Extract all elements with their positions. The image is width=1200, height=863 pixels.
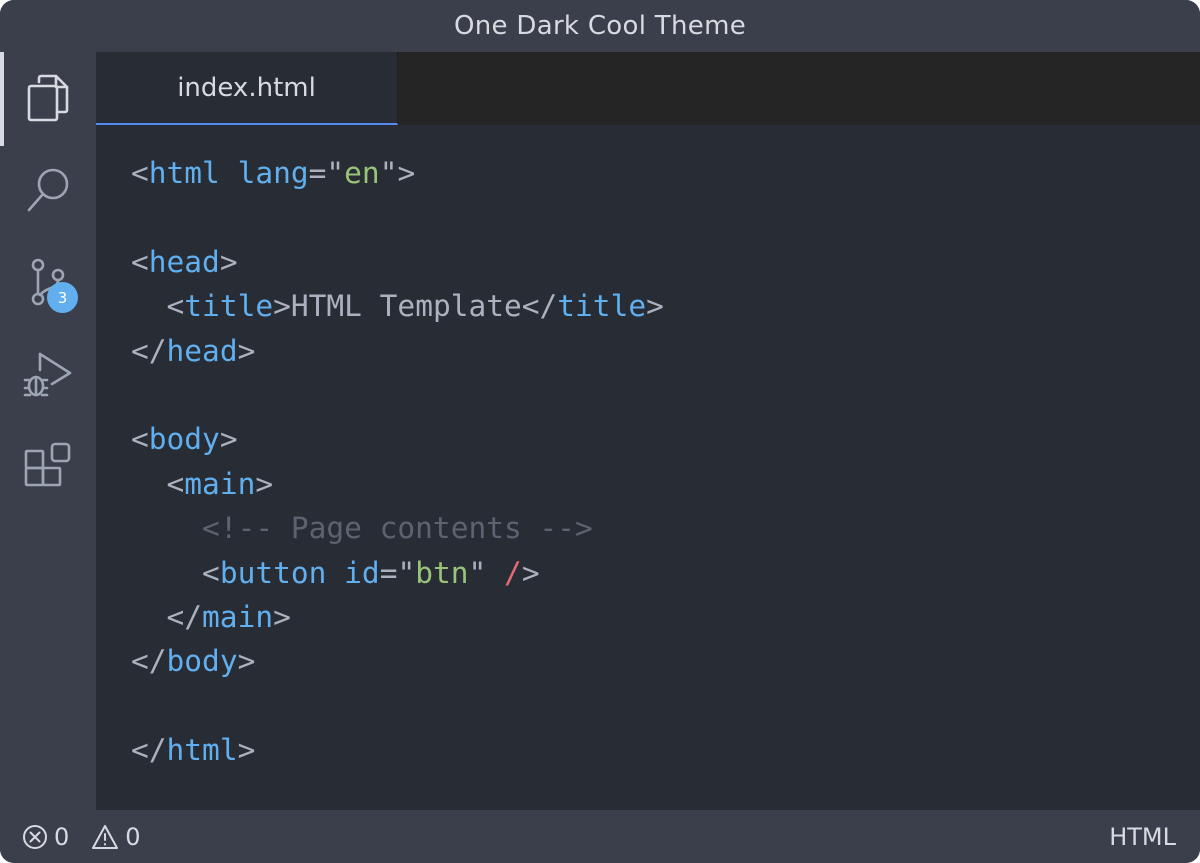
code-content: <html lang="en"> <head> <title>HTML Temp… <box>131 151 664 772</box>
activity-source-control[interactable] <box>0 236 96 328</box>
problems-indicator[interactable]: 0 0 <box>22 810 141 863</box>
code-line: </main> <box>131 599 291 634</box>
code-line: <button id="btn" /> <box>131 555 540 590</box>
code-editor[interactable]: <html lang="en"> <head> <title>HTML Temp… <box>96 125 1200 810</box>
status-bar: 0 0 HTML <box>0 810 1200 863</box>
files-icon <box>27 74 69 122</box>
activity-bar: 3 <box>0 52 96 810</box>
run-debug-icon <box>23 352 72 397</box>
warning-count: 0 <box>125 822 141 851</box>
tab-label: index.html <box>177 72 316 103</box>
activity-run-debug[interactable] <box>0 328 96 420</box>
code-line: <title>HTML Template</title> <box>131 289 664 324</box>
code-line: <!-- Page contents --> <box>131 511 593 546</box>
code-line: </html> <box>131 733 256 768</box>
code-line: <main> <box>131 466 274 501</box>
activity-extensions[interactable] <box>0 420 96 512</box>
tab-index-html[interactable]: index.html <box>96 52 398 125</box>
language-label: HTML <box>1109 822 1176 851</box>
tab-bar: index.html <box>96 52 1200 125</box>
activity-search[interactable] <box>0 144 96 236</box>
extensions-icon <box>24 442 71 487</box>
code-line: </body> <box>131 644 256 679</box>
editor-window: One Dark Cool Theme 3 index.html <html l… <box>0 0 1200 863</box>
window-title: One Dark Cool Theme <box>453 11 746 41</box>
activity-explorer[interactable] <box>0 52 96 146</box>
code-line: </head> <box>131 333 256 368</box>
code-line: <body> <box>131 422 238 457</box>
search-icon <box>27 168 69 212</box>
error-count: 0 <box>54 822 70 851</box>
source-control-badge: 3 <box>47 282 78 313</box>
error-icon <box>23 824 47 849</box>
code-line: <html lang="en"> <box>131 156 416 190</box>
warning-icon <box>92 824 119 849</box>
code-line: <head> <box>131 244 238 279</box>
language-mode[interactable]: HTML <box>1109 810 1176 863</box>
title-bar: One Dark Cool Theme <box>0 0 1200 52</box>
